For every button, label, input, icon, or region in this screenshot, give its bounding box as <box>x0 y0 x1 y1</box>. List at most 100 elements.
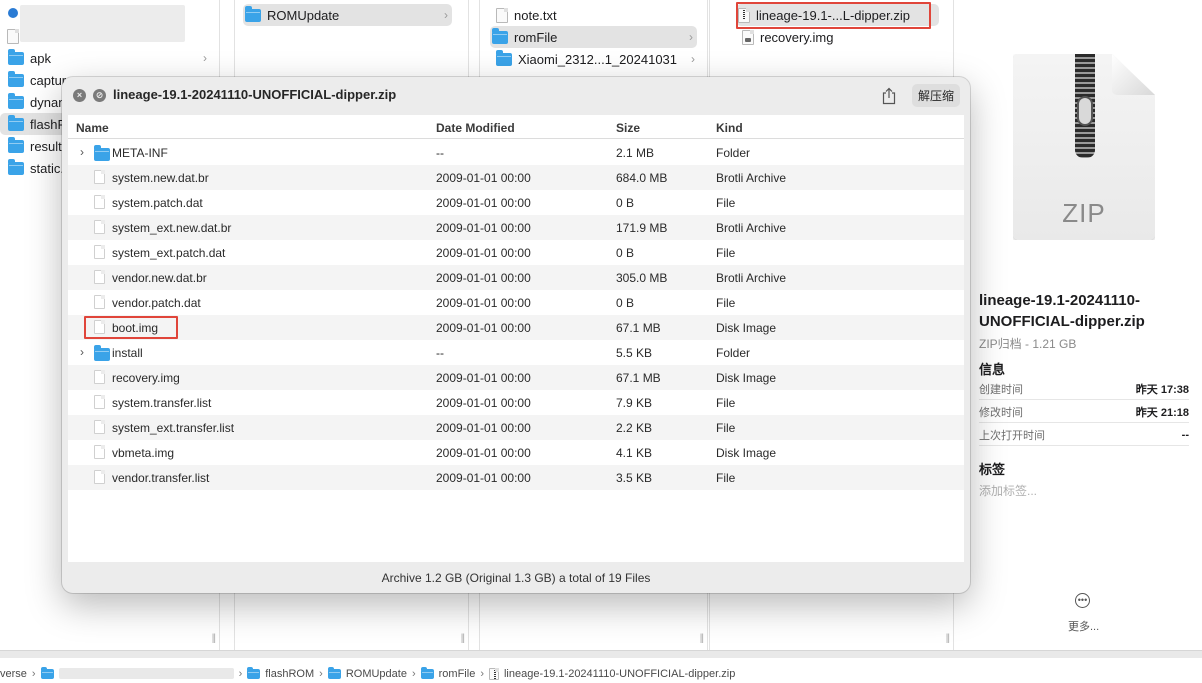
column-item[interactable]: Xiaomi_2312...1_20241031 › <box>494 48 699 70</box>
table-row[interactable]: system_ext.new.dat.br 2009-01-01 00:00 171… <box>68 215 964 240</box>
table-row[interactable]: recovery.img 2009-01-01 00:00 67.1 MB Disk … <box>68 365 964 390</box>
cell-name: system_ext.patch.dat <box>112 246 226 260</box>
tags-input[interactable]: 添加标签... <box>979 482 1037 499</box>
file-icon <box>94 370 105 384</box>
cell-date-modified: 2009-01-01 00:00 <box>436 296 531 310</box>
file-table: Name Date Modified Size Kind › META-INF --… <box>68 115 964 562</box>
cell-kind: Folder <box>716 146 751 160</box>
disabled-icon[interactable]: ⊘ <box>93 89 106 102</box>
cell-kind: Brotli Archive <box>716 271 787 285</box>
close-icon[interactable]: × <box>73 89 86 102</box>
path-segment[interactable]: flashROM <box>265 668 314 680</box>
more-icon[interactable]: ••• <box>1075 593 1090 608</box>
path-segment[interactable]: lineage-19.1-20241110-UNOFFICIAL-dipper.… <box>504 668 735 680</box>
preview-subtitle: ZIP归档 - 1.21 GB <box>979 337 1077 351</box>
path-prefix[interactable]: verse <box>0 668 27 680</box>
cell-kind: File <box>716 196 736 210</box>
column-header-name[interactable]: Name <box>76 121 109 135</box>
table-row[interactable]: system.patch.dat 2009-01-01 00:00 0 B File <box>68 190 964 215</box>
table-row[interactable]: system_ext.transfer.list 2009-01-01 00:00… <box>68 415 964 440</box>
column-resize-handle[interactable]: || <box>212 633 216 644</box>
path-segment[interactable]: ROMUpdate <box>346 668 407 680</box>
cell-date-modified: 2009-01-01 00:00 <box>436 221 531 235</box>
cell-kind: File <box>716 421 736 435</box>
cell-name: system.transfer.list <box>112 396 212 410</box>
cell-kind: Disk Image <box>716 321 777 335</box>
folder-icon <box>8 136 24 153</box>
cell-kind: Folder <box>716 346 751 360</box>
sidebar-item-apk[interactable]: apk › <box>6 47 211 69</box>
extract-button[interactable]: 解压缩 <box>912 84 961 107</box>
cell-name: system_ext.transfer.list <box>112 421 235 435</box>
folder-icon <box>8 70 24 87</box>
highlight-box <box>84 316 178 339</box>
cell-date-modified: 2009-01-01 00:00 <box>436 371 531 385</box>
column-item-label: ROMUpdate <box>267 7 340 23</box>
path-separator-icon: › <box>31 667 36 680</box>
column-item-selected[interactable]: ROMUpdate › <box>243 4 452 26</box>
table-row[interactable]: boot.img 2009-01-01 00:00 67.1 MB Disk Imag… <box>68 315 964 340</box>
zipper-pull-icon <box>1077 96 1093 126</box>
table-row[interactable]: vendor.patch.dat 2009-01-01 00:00 0 B File <box>68 290 964 315</box>
cell-size: 0 B <box>616 246 635 260</box>
folder-icon <box>492 27 508 44</box>
share-icon[interactable] <box>881 87 897 105</box>
column-item-file[interactable]: recovery.img <box>740 26 945 48</box>
table-row[interactable]: vbmeta.img 2009-01-01 00:00 4.1 KB Disk Ima… <box>68 440 964 465</box>
table-row[interactable]: vendor.new.dat.br 2009-01-01 00:00 305.0 M… <box>68 265 964 290</box>
preview-pane: ZIP lineage-19.1-20241110-UNOFFICIAL-dip… <box>969 0 1202 650</box>
table-row[interactable]: › install -- 5.5 KB Folder <box>68 340 964 365</box>
cell-size: 171.9 MB <box>616 221 668 235</box>
path-segment[interactable]: romFile <box>439 668 476 680</box>
preview-filename: lineage-19.1-20241110-UNOFFICIAL-dipper.… <box>979 292 1145 330</box>
cell-size: 0 B <box>616 196 635 210</box>
disclosure-chevron-icon[interactable]: › <box>80 345 84 359</box>
cell-date-modified: 2009-01-01 00:00 <box>436 271 531 285</box>
archive-window: × ⊘ lineage-19.1-20241110-UNOFFICIAL-dip… <box>62 77 970 593</box>
folder-icon <box>40 666 54 679</box>
chevron-right-icon: › <box>444 8 448 22</box>
table-row[interactable]: system_ext.patch.dat 2009-01-01 00:00 0 B F… <box>68 240 964 265</box>
file-icon <box>94 445 105 459</box>
column-header-date[interactable]: Date Modified <box>436 121 515 135</box>
more-button-label[interactable]: 更多... <box>1068 618 1099 634</box>
cell-date-modified: 2009-01-01 00:00 <box>436 446 531 460</box>
cell-size: 3.5 KB <box>616 471 653 485</box>
chevron-right-icon: › <box>691 52 695 66</box>
cell-name: recovery.img <box>112 371 180 385</box>
cell-kind: File <box>716 296 736 310</box>
cell-size: 0 B <box>616 296 635 310</box>
column-resize-handle[interactable]: || <box>700 633 704 644</box>
title-bar[interactable]: × ⊘ lineage-19.1-20241110-UNOFFICIAL-dip… <box>62 77 970 115</box>
cell-kind: Brotli Archive <box>716 221 787 235</box>
folder-icon <box>496 49 512 66</box>
info-row-created: 创建时间 昨天 17:38 <box>979 378 1189 400</box>
horizontal-scrollbar[interactable] <box>0 650 1202 658</box>
column-item-selected[interactable]: romFile › <box>490 26 697 48</box>
column-item-label: note.txt <box>514 7 557 23</box>
path-separator-icon: › <box>238 667 243 680</box>
column-header-kind[interactable]: Kind <box>716 121 743 135</box>
column-resize-handle[interactable]: || <box>946 633 950 644</box>
column-item-label: static. <box>30 160 64 176</box>
cell-kind: Disk Image <box>716 371 777 385</box>
column-header-size[interactable]: Size <box>616 121 640 135</box>
cell-name: vendor.new.dat.br <box>112 271 207 285</box>
table-row[interactable]: system.transfer.list 2009-01-01 00:00 7.9 … <box>68 390 964 415</box>
table-row[interactable]: system.new.dat.br 2009-01-01 00:00 684.0 M… <box>68 165 964 190</box>
cell-date-modified: 2009-01-01 00:00 <box>436 396 531 410</box>
cell-name: system.new.dat.br <box>112 171 209 185</box>
disclosure-chevron-icon[interactable]: › <box>80 145 84 159</box>
info-row-modified: 修改时间 昨天 21:18 <box>979 401 1189 423</box>
column-item-file[interactable]: note.txt <box>494 4 699 26</box>
table-row[interactable]: vendor.transfer.list 2009-01-01 00:00 3.5 … <box>68 465 964 490</box>
column-resize-handle[interactable]: || <box>461 633 465 644</box>
cell-name: system.patch.dat <box>112 196 203 210</box>
folder-icon <box>8 158 24 175</box>
table-row[interactable]: › META-INF -- 2.1 MB Folder <box>68 140 964 165</box>
file-icon <box>94 170 105 184</box>
info-label: 创建时间 <box>979 383 1023 396</box>
cell-size: 2.2 KB <box>616 421 653 435</box>
info-row-last-opened: 上次打开时间 -- <box>979 424 1189 446</box>
folder-icon <box>8 114 24 131</box>
